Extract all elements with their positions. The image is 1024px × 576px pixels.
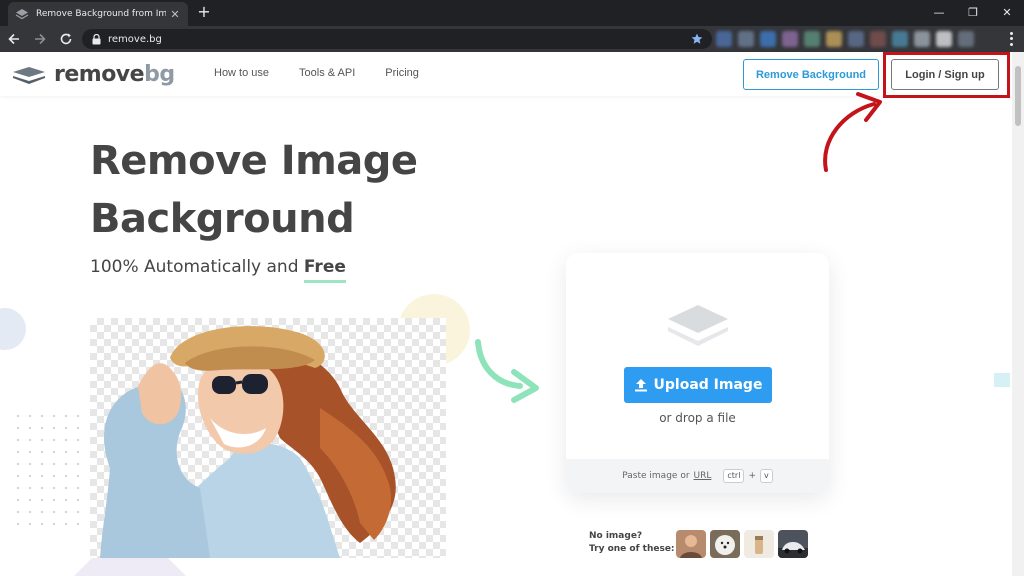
nav-pricing[interactable]: Pricing xyxy=(385,67,419,79)
minimize-icon[interactable]: — xyxy=(922,0,956,24)
tab-title: Remove Background from Image xyxy=(36,9,166,19)
upload-card[interactable]: Upload Image or drop a file Paste image … xyxy=(566,253,829,493)
layers-icon xyxy=(14,6,30,22)
sample-images xyxy=(676,530,808,558)
extension-icon[interactable] xyxy=(936,31,952,47)
hero-title-line2: Background xyxy=(90,196,355,242)
red-arrow-annotation xyxy=(823,92,882,172)
browser-toolbar: remove.bg xyxy=(0,26,1024,52)
extension-icon[interactable] xyxy=(826,31,842,47)
key-ctrl: ctrl xyxy=(723,469,745,483)
layers-icon xyxy=(668,305,728,346)
upload-button-label: Upload Image xyxy=(653,377,763,393)
subtitle-text: 100% Automatically and xyxy=(90,257,304,277)
bookmark-star-icon[interactable] xyxy=(690,32,704,46)
logo-layers-icon xyxy=(13,66,45,84)
nav-tools-api[interactable]: Tools & API xyxy=(299,67,355,79)
extension-icon[interactable] xyxy=(716,31,732,47)
back-arrow-icon[interactable] xyxy=(2,27,26,51)
new-tab-button[interactable]: + xyxy=(195,3,213,21)
remove-background-button[interactable]: Remove Background xyxy=(743,59,879,90)
hero-title-line1: Remove Image xyxy=(90,138,418,184)
window-controls: — ❐ ✕ xyxy=(922,0,1024,24)
paste-hint: Paste image or URL ctrl + v xyxy=(566,459,829,493)
paste-url-link[interactable]: URL xyxy=(694,471,712,481)
sample-image-dog[interactable] xyxy=(710,530,740,558)
extension-icon[interactable] xyxy=(738,31,754,47)
extension-icon[interactable] xyxy=(760,31,776,47)
site-logo[interactable]: removebg xyxy=(12,62,175,87)
reload-icon[interactable] xyxy=(54,27,78,51)
close-window-icon[interactable]: ✕ xyxy=(990,0,1024,24)
extension-icon[interactable] xyxy=(870,31,886,47)
upload-icon xyxy=(634,379,647,392)
extension-icon[interactable] xyxy=(958,31,974,47)
hero-title: Remove Image Background xyxy=(90,132,418,248)
nav-how-to-use[interactable]: How to use xyxy=(214,67,269,79)
sample-image-car[interactable] xyxy=(778,530,808,558)
extensions-area xyxy=(716,30,996,48)
example-woman-image xyxy=(100,326,396,558)
hero-subtitle: 100% Automatically and Free xyxy=(90,257,346,283)
sample-prompt: No image? Try one of these: xyxy=(589,530,675,556)
logo-text: removebg xyxy=(54,62,175,87)
lock-icon xyxy=(90,33,102,45)
decor-circle xyxy=(0,308,26,350)
subtitle-free: Free xyxy=(303,257,346,283)
restore-icon[interactable]: ❐ xyxy=(956,0,990,24)
forward-arrow-icon[interactable] xyxy=(28,27,52,51)
sample-line1: No image? xyxy=(589,531,643,541)
paste-text: Paste image or xyxy=(622,471,690,481)
screen: Remove Background from Image ✕ + — ❐ ✕ r… xyxy=(0,0,1024,576)
extension-icon[interactable] xyxy=(914,31,930,47)
sample-line2: Try one of these: xyxy=(589,544,675,554)
scroll-thumb[interactable] xyxy=(1015,66,1021,126)
browser-tab[interactable]: Remove Background from Image ✕ xyxy=(8,2,188,26)
main-nav: How to use Tools & API Pricing xyxy=(214,67,419,79)
drop-file-text: or drop a file xyxy=(659,411,736,425)
decor-dots xyxy=(12,410,82,530)
green-arrow-icon xyxy=(475,339,539,403)
upload-image-button[interactable]: Upload Image xyxy=(624,367,772,403)
extension-icon[interactable] xyxy=(804,31,820,47)
browser-menu-icon[interactable] xyxy=(1004,31,1018,47)
extension-icon[interactable] xyxy=(848,31,864,47)
sample-image-product[interactable] xyxy=(744,530,774,558)
key-v: v xyxy=(759,469,773,483)
decor-square xyxy=(994,373,1010,387)
page-scrollbar[interactable] xyxy=(1012,52,1024,576)
highlight-box xyxy=(883,52,1010,98)
key-plus: + xyxy=(748,471,756,481)
extension-icon[interactable] xyxy=(782,31,798,47)
tab-close-icon[interactable]: ✕ xyxy=(168,8,182,21)
address-bar[interactable]: remove.bg xyxy=(82,29,712,49)
extension-icon[interactable] xyxy=(892,31,908,47)
url-text: remove.bg xyxy=(108,33,162,45)
browser-tab-bar: Remove Background from Image ✕ + — ❐ ✕ xyxy=(0,0,1024,26)
sample-image-woman[interactable] xyxy=(676,530,706,558)
